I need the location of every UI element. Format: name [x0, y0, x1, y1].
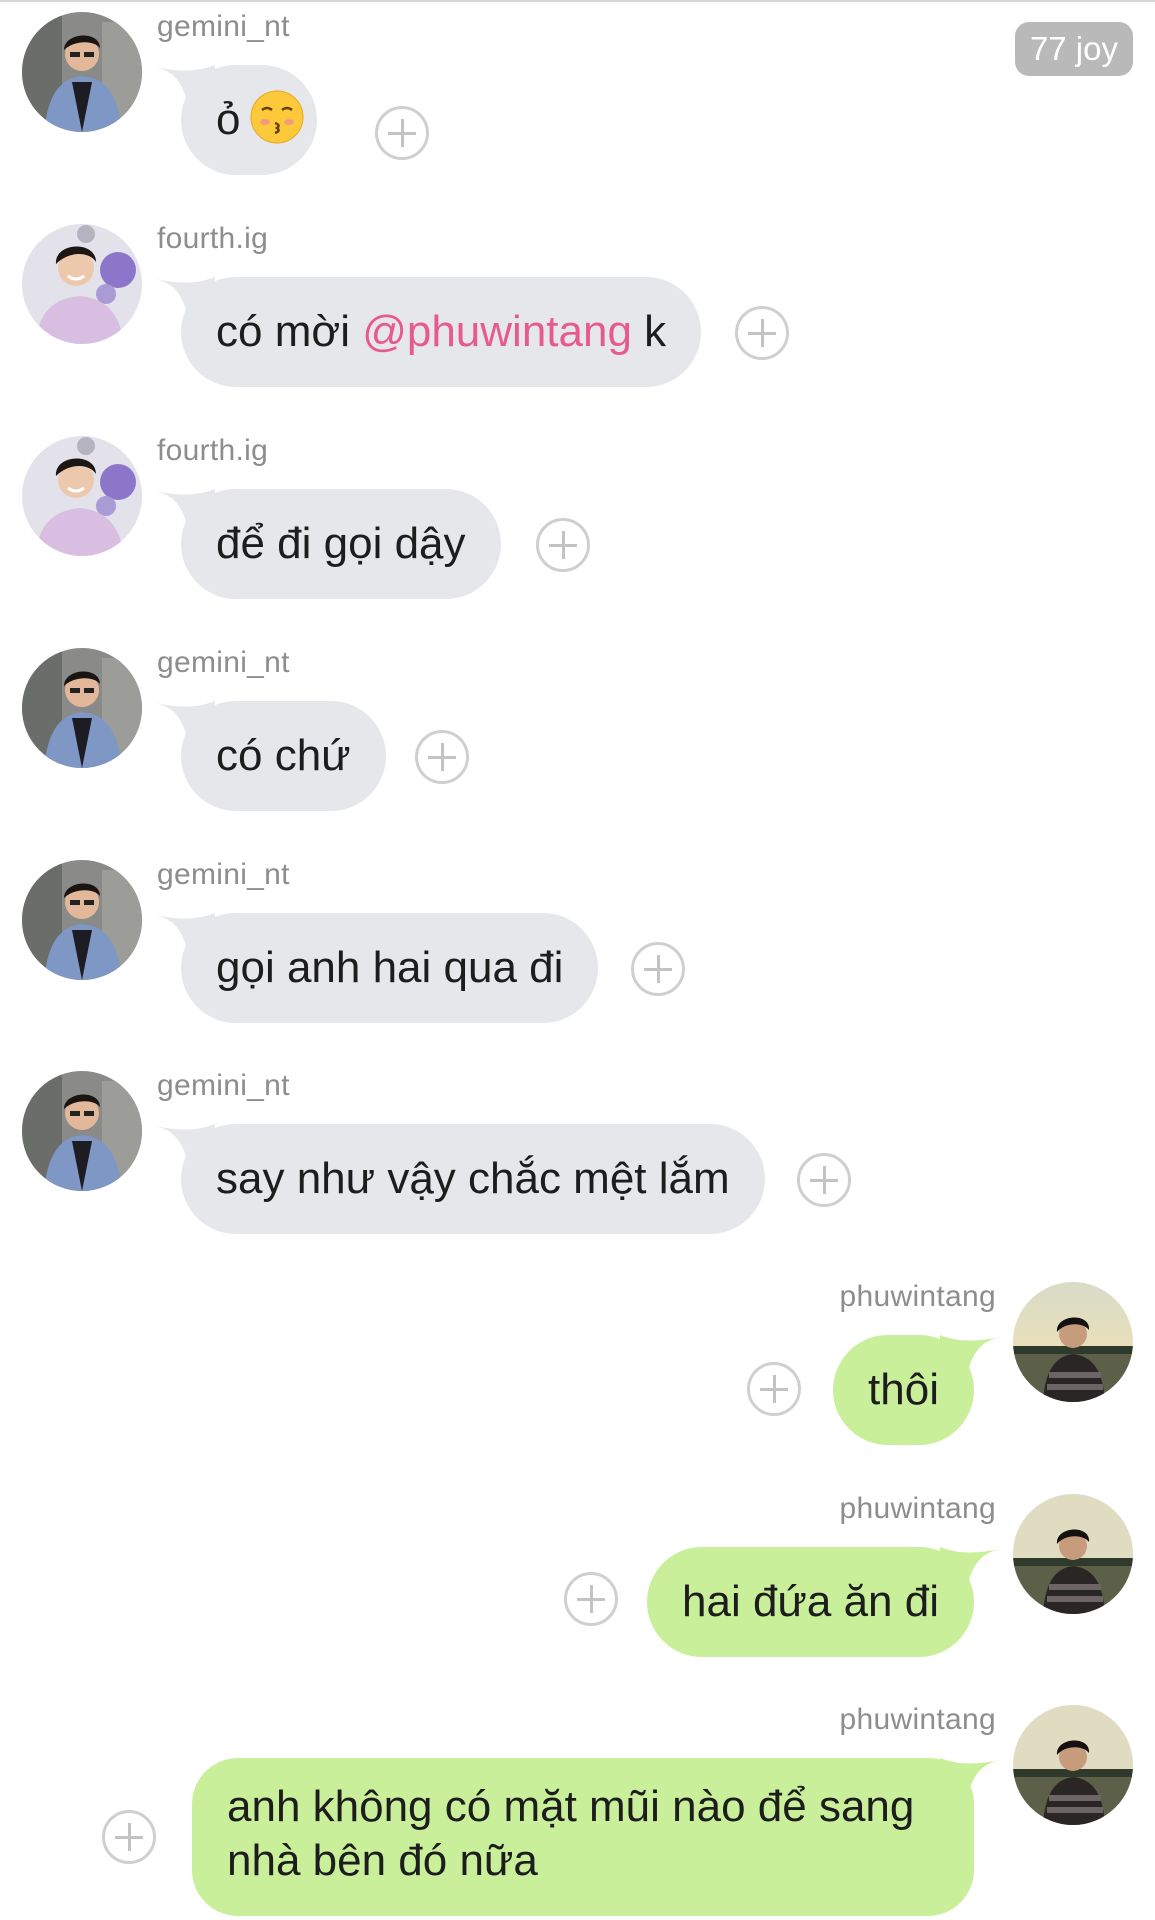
- message-bubble[interactable]: ỏ: [181, 65, 317, 175]
- message-bubble[interactable]: thôi: [833, 1335, 974, 1445]
- add-reaction-icon[interactable]: [631, 942, 685, 996]
- username[interactable]: gemini_nt: [157, 646, 290, 680]
- add-reaction-icon[interactable]: [415, 730, 469, 784]
- message-text: k: [631, 307, 667, 356]
- add-reaction-icon[interactable]: [797, 1153, 851, 1207]
- username[interactable]: phuwintang: [840, 1703, 996, 1737]
- message-bubble[interactable]: có mời @phuwintang k: [181, 277, 702, 387]
- message-bubble[interactable]: để đi gọi dậy: [181, 489, 501, 599]
- add-reaction-icon[interactable]: [735, 306, 789, 360]
- add-reaction-icon[interactable]: [102, 1810, 156, 1864]
- top-divider: [0, 0, 1155, 2]
- message-bubble[interactable]: có chứ: [181, 701, 386, 811]
- message-text: ỏ: [216, 95, 241, 144]
- fourth-avatar[interactable]: [22, 436, 142, 556]
- phuwin-avatar[interactable]: [1013, 1282, 1133, 1402]
- phuwin-avatar[interactable]: [1013, 1494, 1133, 1614]
- username[interactable]: fourth.ig: [157, 222, 268, 256]
- unread-count-badge[interactable]: 77 joy: [1014, 22, 1133, 76]
- message-text: có mời: [216, 307, 363, 356]
- message-bubble[interactable]: gọi anh hai qua đi: [181, 913, 599, 1023]
- kissing-face-emoji-icon: [250, 75, 304, 144]
- add-reaction-icon[interactable]: [375, 106, 429, 160]
- username[interactable]: gemini_nt: [157, 858, 290, 892]
- username[interactable]: gemini_nt: [157, 10, 290, 44]
- add-reaction-icon[interactable]: [747, 1362, 801, 1416]
- message-bubble[interactable]: anh không có mặt mũi nào để sang nhà bên…: [192, 1758, 974, 1916]
- phuwin-avatar[interactable]: [1013, 1705, 1133, 1825]
- message-bubble[interactable]: say như vậy chắc mệt lắm: [181, 1124, 765, 1234]
- gemini-avatar[interactable]: [22, 12, 142, 132]
- message-bubble[interactable]: hai đứa ăn đi: [647, 1547, 974, 1657]
- gemini-avatar[interactable]: [22, 648, 142, 768]
- mention-link[interactable]: @phuwintang: [362, 307, 632, 356]
- add-reaction-icon[interactable]: [536, 518, 590, 572]
- add-reaction-icon[interactable]: [564, 1572, 618, 1626]
- username[interactable]: fourth.ig: [157, 434, 268, 468]
- gemini-avatar[interactable]: [22, 860, 142, 980]
- gemini-avatar[interactable]: [22, 1071, 142, 1191]
- username[interactable]: phuwintang: [840, 1492, 996, 1526]
- username[interactable]: gemini_nt: [157, 1069, 290, 1103]
- username[interactable]: phuwintang: [840, 1280, 996, 1314]
- fourth-avatar[interactable]: [22, 224, 142, 344]
